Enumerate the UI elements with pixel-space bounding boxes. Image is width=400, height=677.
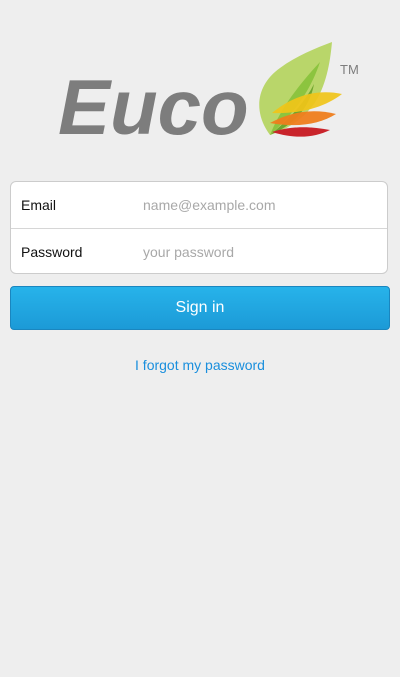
sign-in-button[interactable]: Sign in: [10, 286, 390, 330]
logo-wordmark: Euco: [58, 63, 249, 140]
trademark-symbol: TM: [340, 62, 359, 77]
password-row: Password: [11, 228, 387, 273]
forgot-password-link[interactable]: I forgot my password: [0, 357, 400, 373]
email-field[interactable]: [139, 190, 379, 220]
leaf-icon: [259, 42, 342, 137]
email-row: Email: [11, 182, 387, 228]
email-label: Email: [21, 197, 57, 213]
password-field[interactable]: [139, 237, 379, 267]
euco-logo: Euco TM: [58, 40, 362, 140]
password-label: Password: [21, 244, 83, 260]
login-form: Email Password: [10, 181, 388, 274]
